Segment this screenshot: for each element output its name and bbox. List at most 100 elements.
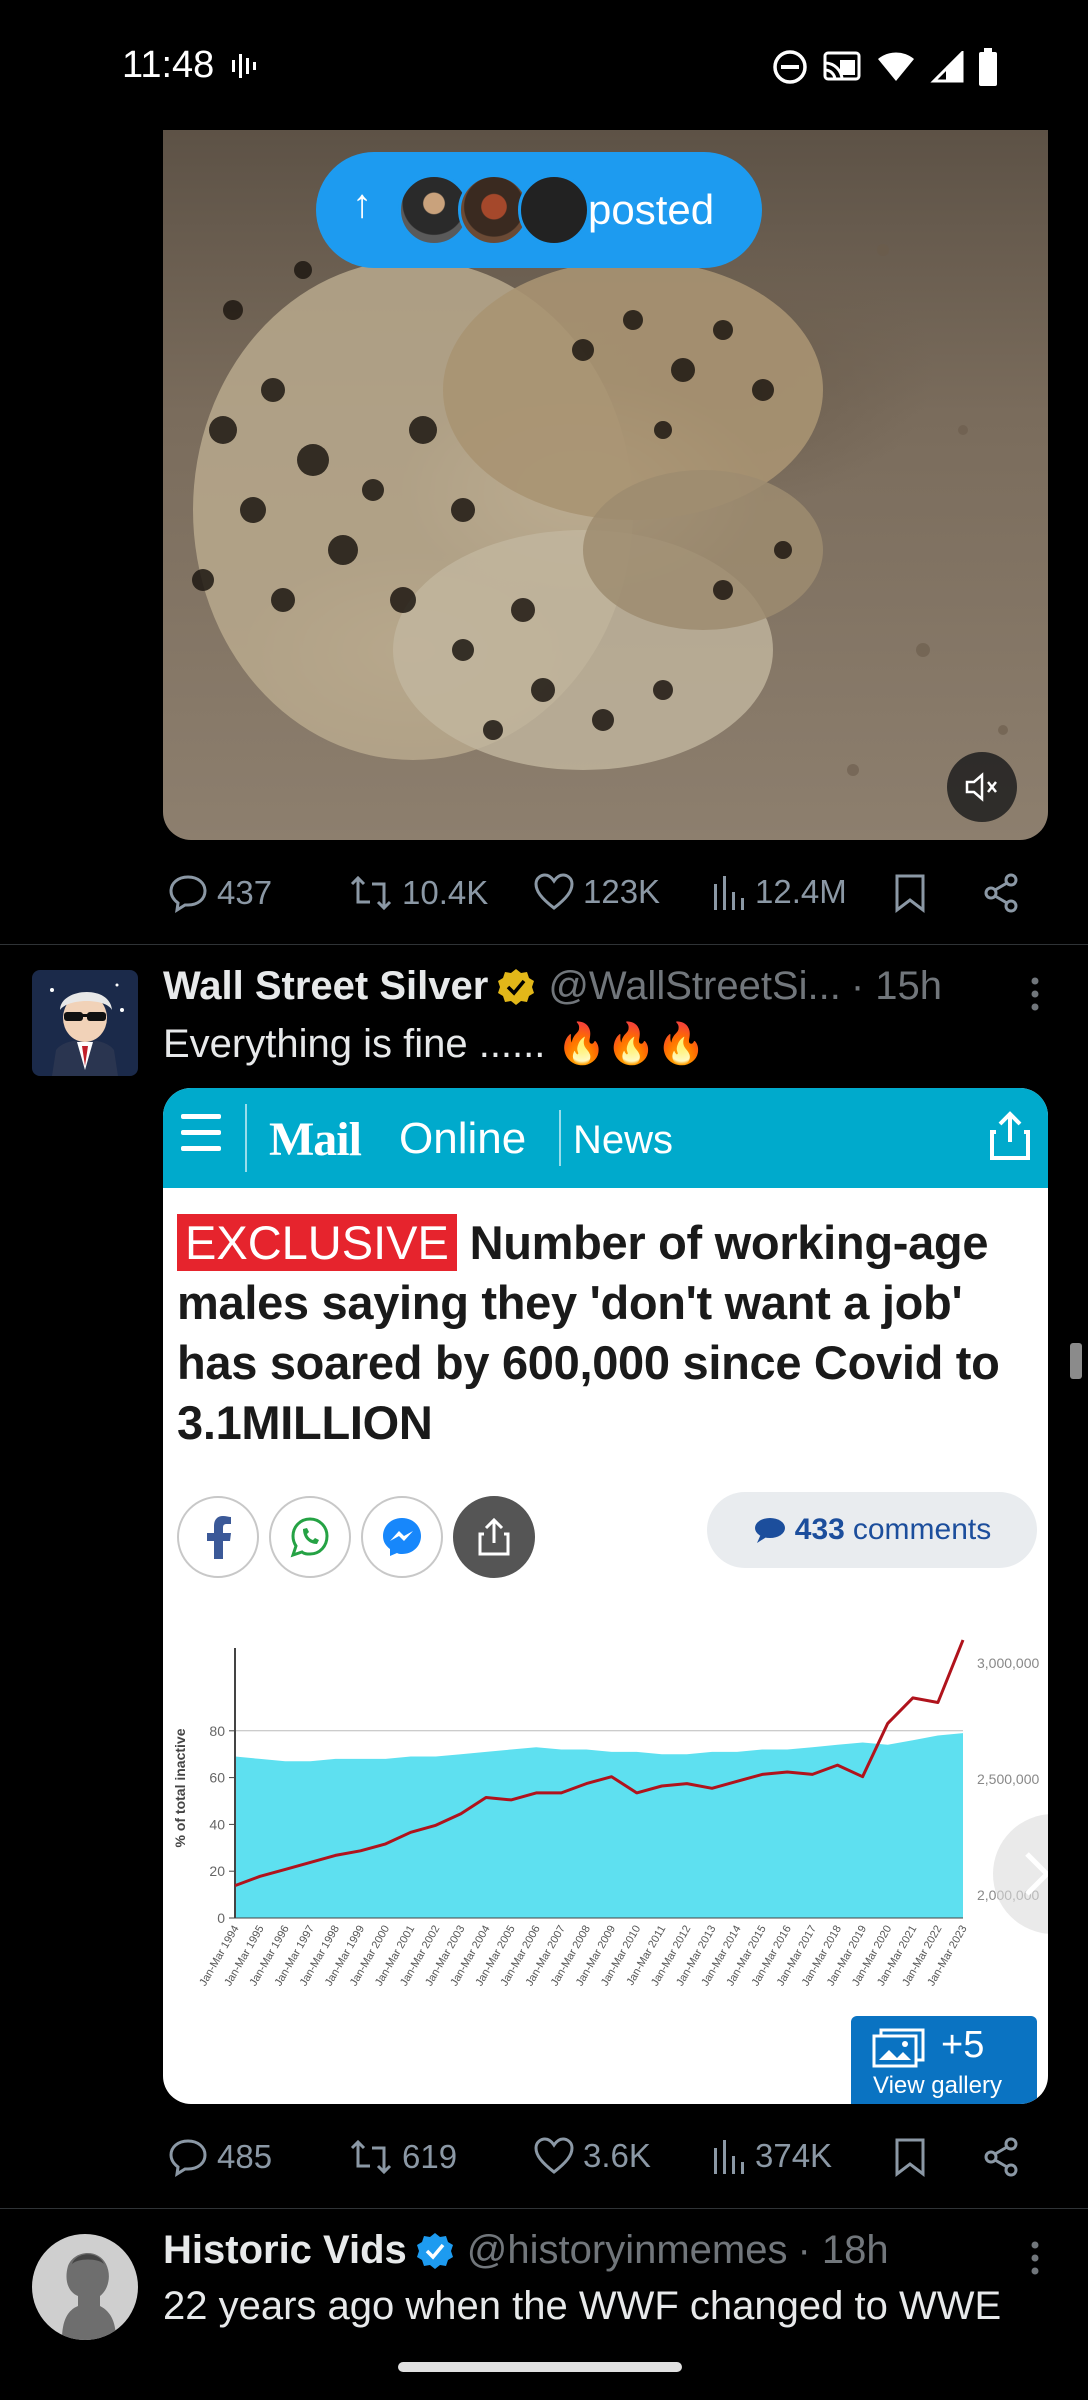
scrollbar-thumb[interactable] <box>1070 1343 1082 1379</box>
verified-gold-icon <box>498 968 535 1005</box>
news-section: News <box>573 1118 674 1162</box>
author-name[interactable]: Wall Street Silver <box>163 964 488 1009</box>
tweet3-header: Historic Vids @historyinmemes · 18h <box>163 2228 889 2273</box>
tweet-text: Everything is fine ...... 🔥🔥🔥 <box>163 1022 706 1066</box>
cast-icon <box>823 51 861 81</box>
reply-icon <box>169 875 207 913</box>
speaker-muted-icon <box>965 772 997 802</box>
share-icon <box>453 1496 535 1578</box>
signal-icon <box>930 51 964 83</box>
y2-tick-label: 2,500,000 <box>977 1771 1039 1787</box>
chevron-right-icon <box>1025 1852 1048 1896</box>
repost-icon <box>350 875 392 911</box>
views-button[interactable]: 374K <box>711 2136 832 2176</box>
reply-icon <box>169 2139 207 2177</box>
author-name[interactable]: Historic Vids <box>163 2228 407 2273</box>
y-tick-label: 80 <box>209 1723 225 1739</box>
verified-blue-icon <box>416 2232 453 2269</box>
whatsapp-icon <box>269 1496 351 1578</box>
author-handle[interactable]: @historyinmemes <box>467 2228 788 2273</box>
article-image[interactable]: Mail Online News EXCLUSIVE Number of wor… <box>163 1088 1048 2104</box>
repost-button[interactable]: 619 <box>348 2136 457 2178</box>
new-posts-pill[interactable]: ↑ posted <box>316 152 762 268</box>
status-time: 11:48 <box>122 44 215 86</box>
comments-pill: 433 comments <box>707 1492 1037 1568</box>
more-options-icon[interactable] <box>1030 976 1040 1012</box>
post-time: · 15h <box>850 964 943 1008</box>
avatar <box>518 174 590 246</box>
next-image-arrow[interactable] <box>993 1814 1048 1934</box>
like-button[interactable]: 123K <box>533 872 660 912</box>
do-not-disturb-icon <box>773 50 807 84</box>
arrow-up-icon: ↑ <box>352 182 372 226</box>
messenger-icon <box>361 1496 443 1578</box>
reply-count: 485 <box>217 2138 273 2175</box>
share-button[interactable] <box>981 872 1023 914</box>
reply-count: 437 <box>217 874 273 911</box>
area-series <box>235 1733 963 1918</box>
avatar-wall-street-silver[interactable] <box>32 970 138 1076</box>
repost-icon <box>350 2139 392 2175</box>
video-player[interactable]: ↑ posted <box>163 130 1048 840</box>
gallery-label: View gallery <box>873 2072 1002 2099</box>
home-gesture-bar[interactable] <box>398 2362 682 2372</box>
heart-icon <box>534 873 574 910</box>
tweet2-actions: 485 619 3.6K 374K <box>163 2128 1048 2188</box>
y-tick-label: 60 <box>209 1770 225 1786</box>
gallery-icon <box>872 2028 925 2068</box>
posted-avatars <box>398 174 598 246</box>
comments-label: comments <box>852 1513 992 1546</box>
y-tick-label: 40 <box>209 1816 225 1832</box>
share-button[interactable] <box>981 2136 1023 2178</box>
y-tick-label: 20 <box>209 1863 225 1879</box>
mail-logo: Mail <box>269 1113 362 1166</box>
mailonline-header: Mail Online News <box>163 1088 1048 1188</box>
repost-button[interactable]: 10.4K <box>348 872 488 914</box>
share-icon <box>990 1111 1030 1160</box>
share-buttons <box>177 1496 535 1578</box>
comments-count: 433 <box>794 1513 845 1546</box>
bookmark-button[interactable] <box>893 2136 927 2178</box>
view-count: 374K <box>755 2137 833 2174</box>
author-handle[interactable]: @WallStreetSi... <box>548 964 841 1009</box>
tweet-text: 22 years ago when the WWF changed to WWE <box>163 2284 1002 2328</box>
gallery-count: +5 <box>941 2024 985 2066</box>
article-headline: EXCLUSIVE Number of working-age males sa… <box>177 1213 1037 1453</box>
post-time: · 18h <box>797 2228 889 2272</box>
avatar-image <box>32 970 138 1076</box>
divider <box>245 1104 247 1172</box>
views-icon <box>714 876 744 910</box>
view-gallery-button[interactable]: +5 View gallery <box>851 2016 1037 2104</box>
views-icon <box>714 2140 744 2174</box>
mute-button[interactable] <box>947 752 1017 822</box>
more-options-icon[interactable] <box>1030 2240 1040 2276</box>
y-tick-label: 0 <box>217 1910 225 1926</box>
y-axis-label: % of total inactive <box>172 1728 188 1847</box>
reply-button[interactable]: 437 <box>167 872 272 914</box>
menu-icon <box>181 1114 221 1162</box>
exclusive-tag: EXCLUSIVE <box>177 1214 457 1271</box>
divider <box>559 1110 561 1166</box>
avatar-historic-vids[interactable] <box>32 2234 138 2340</box>
repost-count: 10.4K <box>402 874 489 911</box>
posted-label: posted <box>588 186 715 233</box>
heart-icon <box>534 2137 574 2174</box>
facebook-icon <box>177 1496 259 1578</box>
bookmark-button[interactable] <box>893 872 927 914</box>
views-button[interactable]: 12.4M <box>711 872 847 912</box>
status-bar: 11:48 <box>0 0 1088 130</box>
voice-activity-icon <box>232 54 256 78</box>
comment-bubble-icon <box>754 1518 785 1543</box>
wifi-icon <box>878 52 914 81</box>
like-count: 3.6K <box>583 2137 651 2174</box>
divider <box>0 944 1088 945</box>
like-count: 123K <box>583 873 661 910</box>
avatar-image <box>32 2234 138 2340</box>
tweet2-header: Wall Street Silver @WallStreetSi... · 15… <box>163 964 942 1009</box>
like-button[interactable]: 3.6K <box>533 2136 651 2176</box>
mail-online-text: Online <box>399 1114 527 1163</box>
reply-button[interactable]: 485 <box>167 2136 272 2178</box>
tweet1-actions: 437 10.4K 123K 12.4M <box>163 864 1048 924</box>
repost-count: 619 <box>402 2138 458 2175</box>
y2-tick-label: 3,000,000 <box>977 1655 1039 1671</box>
